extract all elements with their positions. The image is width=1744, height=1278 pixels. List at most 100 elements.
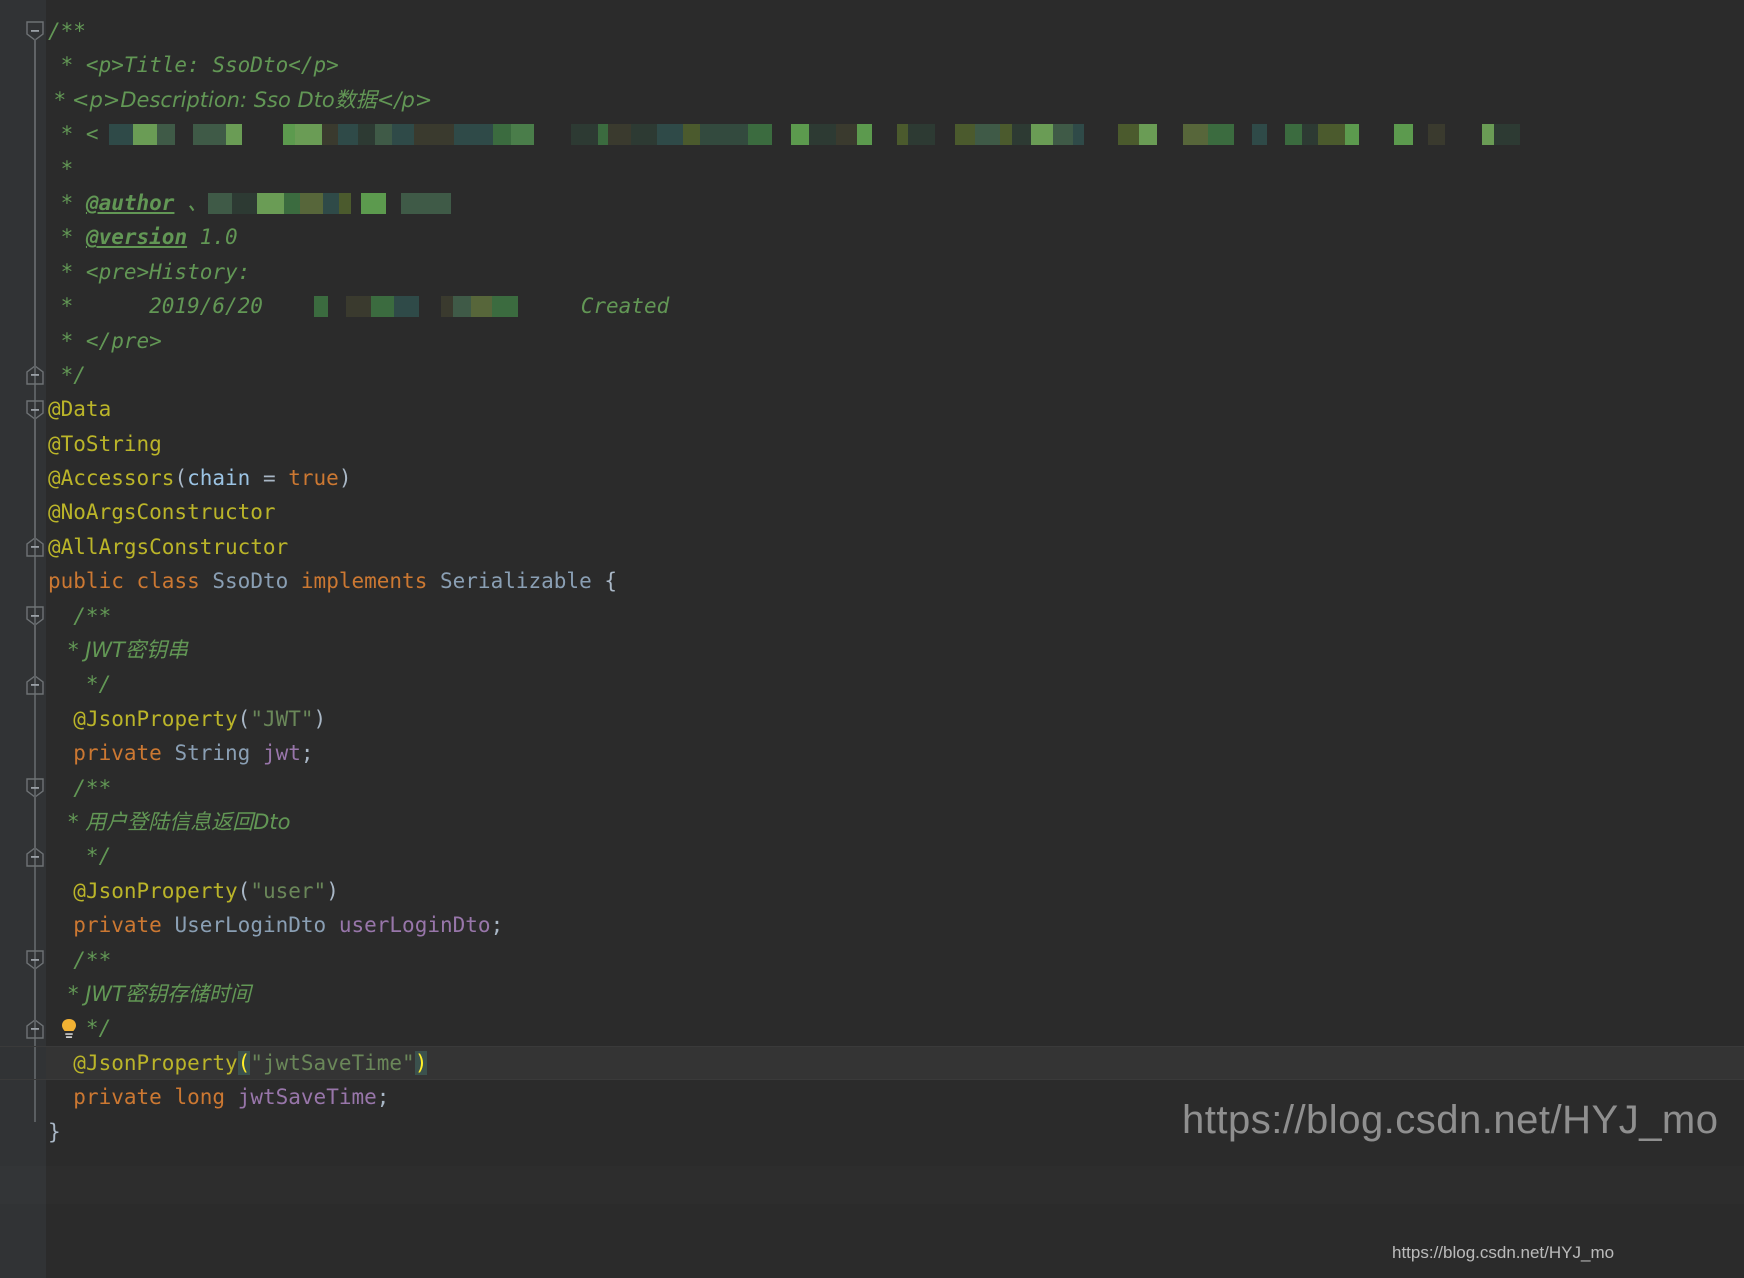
code-line[interactable]: *	[46, 152, 1744, 186]
code-token: )	[338, 466, 352, 491]
code-line[interactable]: * JWT密钥串	[46, 633, 1744, 667]
code-token: * <pre>History:	[48, 259, 251, 284]
code-token: * JWT密钥存储时间	[48, 981, 251, 1006]
redacted-text	[98, 121, 1520, 146]
fold-connector-line	[34, 624, 36, 677]
code-line[interactable]: private long jwtSaveTime;	[46, 1080, 1744, 1114]
fold-collapse-icon[interactable]	[25, 21, 45, 42]
fold-end-icon[interactable]	[25, 365, 45, 385]
code-line[interactable]: /**	[46, 771, 1744, 805]
fold-connector-line	[34, 968, 36, 1021]
code-token: @JsonProperty	[73, 1050, 238, 1075]
code-line[interactable]: * <p>Title: SsoDto</p>	[46, 48, 1744, 82]
code-token: chain	[187, 466, 251, 491]
code-line[interactable]: * 用户登陆信息返回Dto	[46, 805, 1744, 839]
fold-collapse-icon[interactable]	[25, 399, 45, 420]
code-token: )	[414, 1050, 428, 1075]
code-line[interactable]: /**	[46, 943, 1744, 977]
code-line[interactable]: @AllArgsConstructor	[46, 530, 1744, 564]
code-token: private	[73, 1085, 162, 1110]
code-line[interactable]: private String jwt;	[46, 736, 1744, 770]
intention-bulb-icon[interactable]	[58, 1017, 80, 1041]
code-line[interactable]: */	[46, 358, 1744, 392]
code-line[interactable]: @ToString	[46, 427, 1744, 461]
code-token: "jwtSaveTime"	[250, 1050, 415, 1075]
code-token: Created	[517, 294, 670, 319]
fold-end-icon[interactable]	[25, 846, 45, 867]
fold-collapse-icon[interactable]	[25, 606, 45, 626]
code-line[interactable]: * <	[46, 117, 1744, 151]
code-token: )	[326, 878, 339, 903]
code-line[interactable]: */	[46, 1011, 1744, 1045]
code-token: *	[48, 190, 86, 215]
code-token: @JsonProperty	[73, 706, 238, 731]
code-token: /**	[48, 947, 112, 972]
fold-collapse-icon[interactable]	[25, 950, 45, 970]
code-token: ;	[300, 741, 314, 766]
code-line[interactable]: @JsonProperty("user")	[46, 874, 1744, 908]
code-token: @JsonProperty	[73, 878, 238, 903]
code-token: @author	[85, 190, 175, 215]
code-editor[interactable]: /** * <p>Title: SsoDto</p> * <p>Descript…	[0, 0, 1744, 1278]
code-line[interactable]: @NoArgsConstructor	[46, 495, 1744, 529]
code-line[interactable]: */	[46, 667, 1744, 701]
code-line[interactable]: * @author 、	[46, 186, 1744, 220]
code-line[interactable]: /**	[46, 14, 1744, 48]
code-token: * 2019/6/20	[48, 294, 314, 319]
editor-gutter[interactable]	[0, 0, 46, 1278]
code-line[interactable]: @Accessors(chain = true)	[46, 461, 1744, 495]
code-token: * JWT密钥串	[48, 638, 188, 663]
code-token: @Data	[48, 397, 112, 422]
code-token: }	[48, 1119, 61, 1144]
code-line[interactable]: @Data	[46, 392, 1744, 426]
code-token: * 用户登陆信息返回Dto	[48, 809, 291, 834]
code-token: =	[250, 466, 289, 491]
code-token: * <	[48, 122, 99, 147]
code-token: userLoginDto	[338, 913, 491, 938]
code-line[interactable]: * </pre>	[46, 324, 1744, 358]
fold-end-icon[interactable]	[25, 1018, 45, 1039]
code-token: @AllArgsConstructor	[48, 534, 289, 559]
code-token: Serializable	[440, 569, 592, 594]
code-content[interactable]: /** * <p>Title: SsoDto</p> * <p>Descript…	[0, 0, 1744, 1278]
code-line[interactable]: @JsonProperty("JWT")	[46, 702, 1744, 736]
code-token: 、	[174, 190, 209, 215]
fold-connector-line	[34, 796, 36, 849]
code-token: 1.0	[187, 225, 238, 250]
code-token: public	[48, 569, 124, 594]
code-line[interactable]: */	[46, 839, 1744, 873]
code-line[interactable]: * JWT密钥存储时间	[46, 977, 1744, 1011]
fold-end-icon[interactable]	[25, 537, 45, 557]
fold-end-icon[interactable]	[25, 674, 45, 695]
code-token: UserLoginDto	[174, 913, 327, 938]
code-token: * <p>Title: SsoDto</p>	[48, 53, 339, 78]
code-token: */	[48, 672, 112, 697]
code-token: *	[48, 156, 74, 181]
code-line[interactable]: * @version 1.0	[46, 220, 1744, 254]
code-token: (	[237, 1050, 251, 1075]
code-token: private	[73, 741, 162, 766]
code-token: ;	[490, 913, 504, 938]
code-line[interactable]: * <p>Description: Sso Dto数据</p>	[46, 83, 1744, 117]
fold-collapse-icon[interactable]	[25, 778, 45, 798]
fold-connector-line	[34, 417, 36, 540]
code-token: true	[288, 466, 339, 491]
code-line[interactable]: private UserLoginDto userLoginDto;	[46, 908, 1744, 942]
code-line-current[interactable]: @JsonProperty("jwtSaveTime")	[0, 1045, 1744, 1081]
code-line[interactable]: public class SsoDto implements Serializa…	[46, 564, 1744, 598]
code-token: @NoArgsConstructor	[48, 500, 276, 525]
code-token: )	[313, 706, 327, 731]
code-line[interactable]: }	[46, 1115, 1744, 1149]
code-line[interactable]: * <pre>History:	[46, 255, 1744, 289]
code-line[interactable]: /**	[46, 599, 1744, 633]
code-line[interactable]: * 2019/6/20 Created	[46, 289, 1744, 323]
